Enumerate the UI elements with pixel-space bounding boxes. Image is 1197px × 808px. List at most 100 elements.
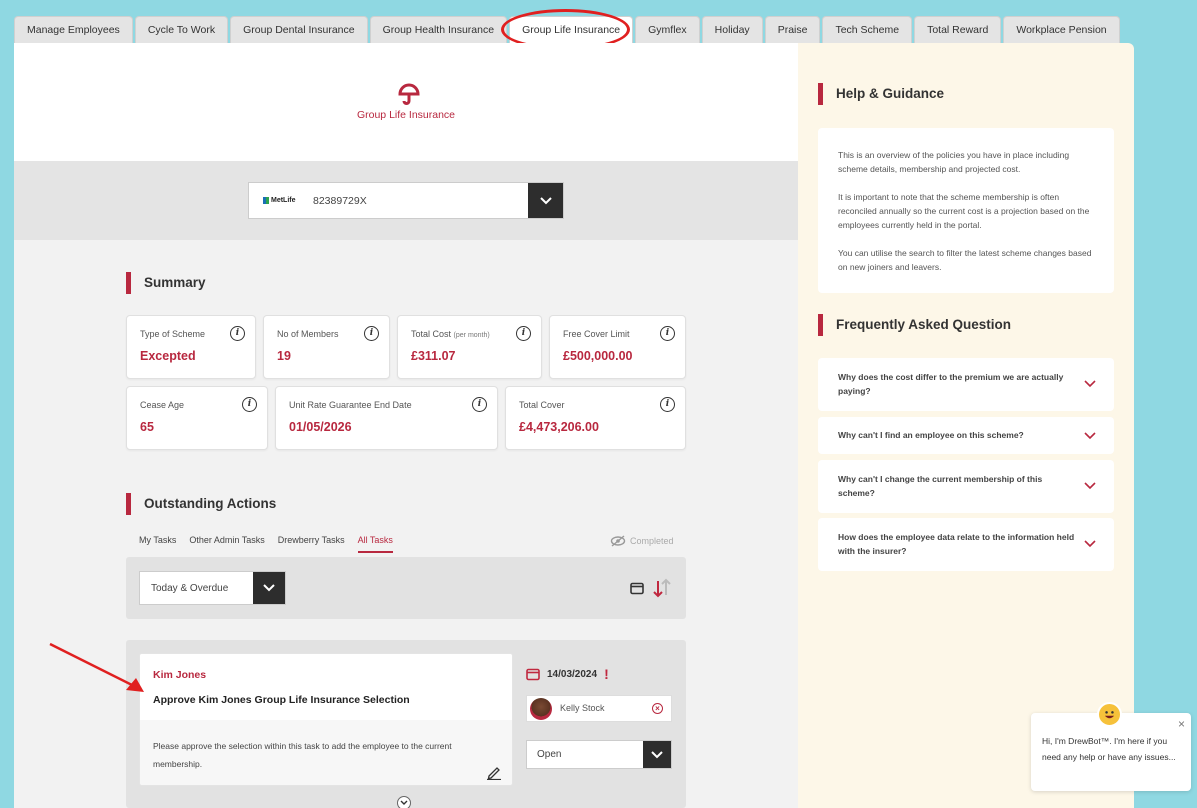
card-value: £4,473,206.00 <box>519 420 599 434</box>
tab-manage-employees[interactable]: Manage Employees <box>14 16 133 43</box>
task-card-header <box>140 654 512 720</box>
filter-dropdown-button[interactable] <box>253 572 285 604</box>
chevron-down-icon <box>1084 540 1096 548</box>
info-icon[interactable]: i <box>660 397 675 412</box>
policy-dropdown-button[interactable] <box>528 183 563 218</box>
avatar <box>530 698 552 720</box>
chatbot-message: Hi, I'm DrewBot™. I'm here if you need a… <box>1042 736 1176 762</box>
card-value: £500,000.00 <box>563 349 633 363</box>
tab-cycle-to-work[interactable]: Cycle To Work <box>134 16 229 43</box>
expand-task-button[interactable] <box>397 796 411 808</box>
card-label: Free Cover Limit <box>563 329 630 339</box>
help-panel: Help & Guidance This is an overview of t… <box>798 43 1134 808</box>
chevron-down-icon <box>651 750 663 758</box>
faq-item[interactable]: Why does the cost differ to the premium … <box>818 358 1114 411</box>
due-date-value: 14/03/2024 <box>547 668 598 680</box>
tab-tech-scheme[interactable]: Tech Scheme <box>822 16 913 43</box>
pencil-icon[interactable] <box>486 764 502 780</box>
faq-item[interactable]: Why can't I find an employee on this sch… <box>818 417 1114 454</box>
umbrella-icon <box>398 83 420 105</box>
tab-my-tasks[interactable]: My Tasks <box>139 535 176 553</box>
info-icon[interactable]: i <box>364 326 379 341</box>
outstanding-actions-heading: Outstanding Actions <box>126 493 276 515</box>
summary-heading: Summary <box>126 272 206 294</box>
card-label: Cease Age <box>140 400 185 410</box>
card-label: Unit Rate Guarantee End Date <box>289 400 412 410</box>
card-value: £311.07 <box>411 349 456 363</box>
task-filter-band: Today & Overdue <box>126 557 686 619</box>
chevron-down-icon <box>400 800 408 805</box>
metlife-logo: MetLife <box>263 197 296 204</box>
close-icon[interactable]: × <box>1178 717 1185 731</box>
policy-number: 82389729X <box>313 195 367 207</box>
tab-total-reward[interactable]: Total Reward <box>914 16 1002 43</box>
tab-gymflex[interactable]: Gymflex <box>635 16 700 43</box>
sort-icon[interactable] <box>650 577 674 599</box>
faq-question: How does the employee data relate to the… <box>838 532 1075 556</box>
tab-group-health-insurance[interactable]: Group Health Insurance <box>369 16 508 43</box>
summary-card-total-cover: Total Cover £4,473,206.00 i <box>505 386 686 450</box>
tab-all-tasks[interactable]: All Tasks <box>357 535 393 553</box>
remove-assignee-icon[interactable]: × <box>652 703 663 714</box>
tab-praise[interactable]: Praise <box>764 16 821 43</box>
info-icon[interactable]: i <box>242 397 257 412</box>
card-label: Total Cost (per month) <box>411 329 490 339</box>
tab-workplace-pension[interactable]: Workplace Pension <box>1003 16 1120 43</box>
policy-dropdown[interactable]: MetLife 82389729X <box>248 182 564 219</box>
task-title: Approve Kim Jones Group Life Insurance S… <box>153 694 410 706</box>
card-label: No of Members <box>277 329 339 339</box>
summary-card-rate-guarantee: Unit Rate Guarantee End Date 01/05/2026 … <box>275 386 498 450</box>
card-value: 19 <box>277 349 291 363</box>
tab-drewberry-tasks[interactable]: Drewberry Tasks <box>278 535 345 553</box>
summary-card-total-cost: Total Cost (per month) £311.07 i <box>397 315 542 379</box>
chevron-down-icon <box>263 584 275 592</box>
scheme-header: Group Life Insurance <box>14 43 798 161</box>
completed-toggle[interactable]: Completed <box>610 535 674 547</box>
tab-group-life-insurance[interactable]: Group Life Insurance <box>509 16 634 43</box>
tab-other-admin-tasks[interactable]: Other Admin Tasks <box>189 535 264 553</box>
faq-question: Why can't I find an employee on this sch… <box>838 430 1024 440</box>
status-value: Open <box>537 749 562 760</box>
info-icon[interactable]: i <box>660 326 675 341</box>
task-description: Please approve the selection within this… <box>153 741 452 769</box>
emoji-icon <box>1097 702 1122 727</box>
task-status-dropdown[interactable]: Open <box>526 740 672 769</box>
module-tabs: Manage Employees Cycle To Work Group Den… <box>14 16 1120 43</box>
filter-value: Today & Overdue <box>151 583 229 594</box>
calendar-icon <box>526 668 540 681</box>
faq-heading: Frequently Asked Question <box>818 314 1011 336</box>
info-icon[interactable]: i <box>516 326 531 341</box>
assignee-chip: Kelly Stock × <box>526 695 672 722</box>
status-dropdown-button[interactable] <box>643 741 671 768</box>
card-value: 65 <box>140 420 154 434</box>
eye-slash-icon <box>610 535 626 547</box>
chevron-down-icon <box>1084 482 1096 490</box>
faq-item[interactable]: Why can't I change the current membershi… <box>818 460 1114 513</box>
card-label: Type of Scheme <box>140 329 206 339</box>
help-paragraph: This is an overview of the policies you … <box>838 150 1070 174</box>
task-card[interactable]: Kim Jones Approve Kim Jones Group Life I… <box>139 653 513 786</box>
card-value: 01/05/2026 <box>289 420 352 434</box>
faq-item[interactable]: How does the employee data relate to the… <box>818 518 1114 571</box>
task-employee-name[interactable]: Kim Jones <box>153 669 206 681</box>
calendar-icon[interactable] <box>630 581 644 595</box>
main-panel: Group Life Insurance MetLife 82389729X S… <box>14 43 798 808</box>
faq-question: Why can't I change the current membershi… <box>838 474 1043 498</box>
summary-card-scheme-type: Type of Scheme Excepted i <box>126 315 256 379</box>
info-icon[interactable]: i <box>472 397 487 412</box>
info-icon[interactable]: i <box>230 326 245 341</box>
assignee-name: Kelly Stock <box>560 703 605 713</box>
overdue-icon: ! <box>604 666 609 682</box>
task-due-date: 14/03/2024 ! <box>526 666 609 682</box>
help-paragraph: You can utilise the search to filter the… <box>838 248 1092 272</box>
task-item-band: Kim Jones Approve Kim Jones Group Life I… <box>126 640 686 808</box>
task-tabs: My Tasks Other Admin Tasks Drewberry Tas… <box>139 535 393 553</box>
task-filter-dropdown[interactable]: Today & Overdue <box>139 571 286 605</box>
summary-card-free-cover-limit: Free Cover Limit £500,000.00 i <box>549 315 686 379</box>
help-text-box: This is an overview of the policies you … <box>818 128 1114 293</box>
faq-question: Why does the cost differ to the premium … <box>838 372 1064 396</box>
summary-card-cease-age: Cease Age 65 i <box>126 386 268 450</box>
tab-holiday[interactable]: Holiday <box>701 16 763 43</box>
tab-group-dental-insurance[interactable]: Group Dental Insurance <box>230 16 368 43</box>
scheme-title: Group Life Insurance <box>356 109 456 121</box>
